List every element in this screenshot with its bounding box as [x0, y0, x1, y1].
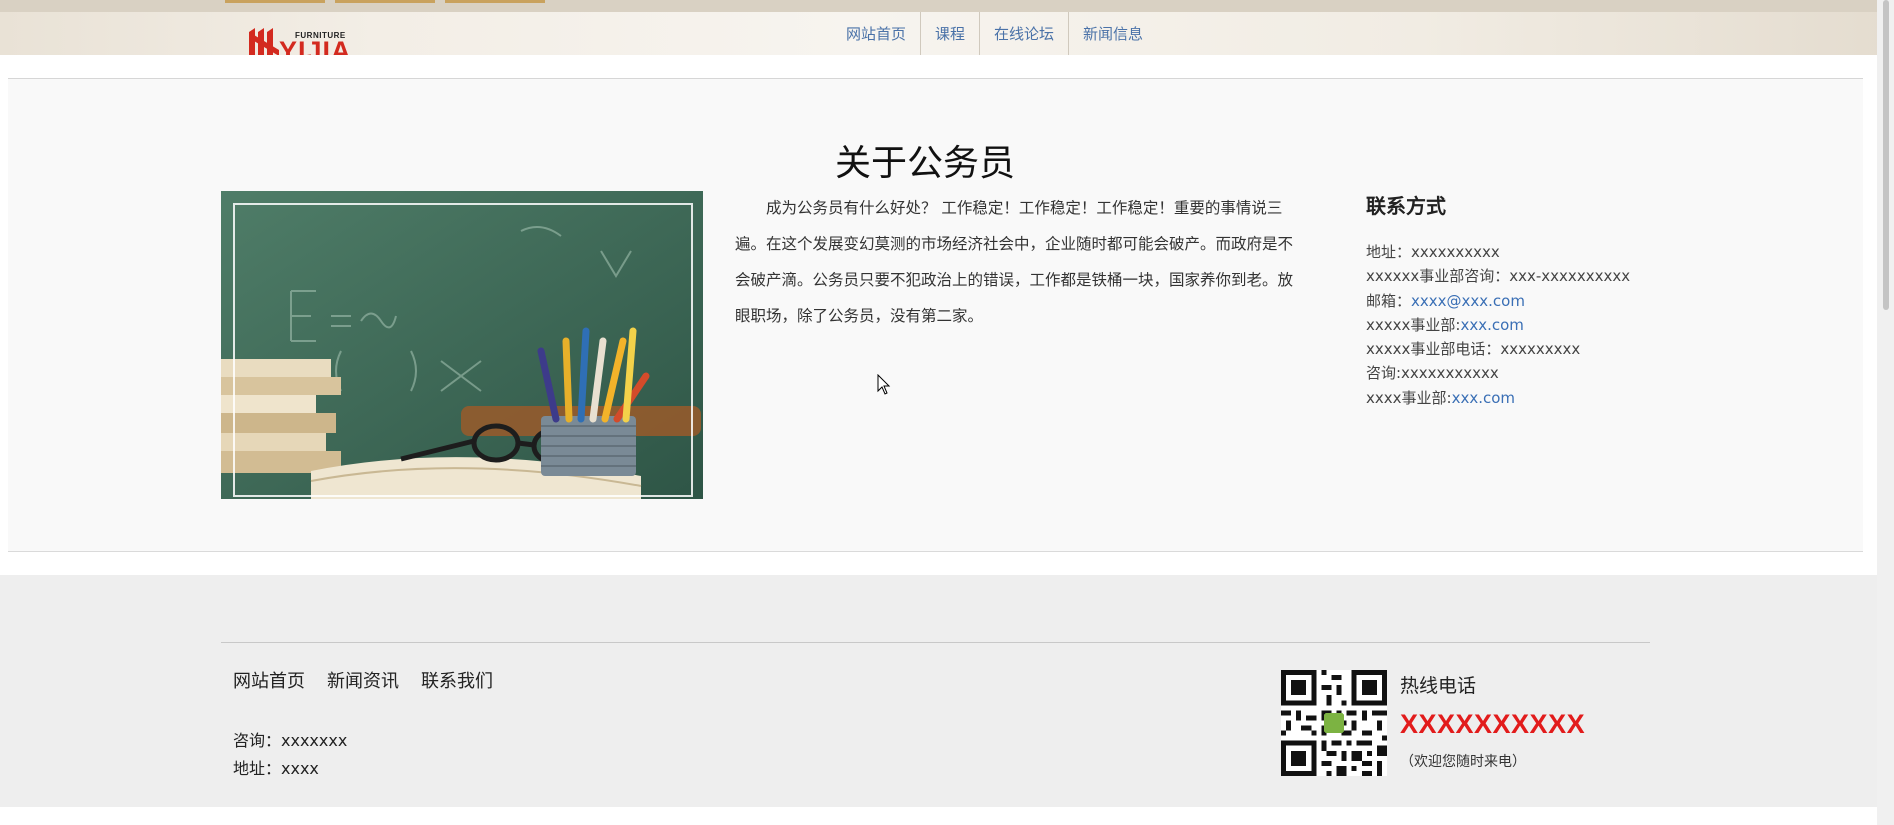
contact-email: 邮箱：xxxx@xxx.com [1366, 289, 1686, 313]
intro-paragraph: 成为公务员有什么好处？ 工作稳定！工作稳定！工作稳定！重要的事情说三遍。在这个发… [735, 199, 1294, 325]
dept2-link[interactable]: xxx.com [1452, 389, 1515, 407]
logo-brand-text: YIJIA [279, 36, 352, 55]
contact-address: 地址：xxxxxxxxxx [1366, 243, 1500, 261]
email-label: 邮箱： [1366, 291, 1412, 310]
header-decoration [225, 0, 325, 3]
image-frame [233, 203, 693, 497]
email-link[interactable]: xxxx@xxx.com [1411, 292, 1525, 310]
footer-info: 咨询：xxxxxxx 地址：xxxx [233, 727, 347, 783]
nav-item-courses[interactable]: 课程 [921, 12, 981, 55]
mouse-cursor-icon [877, 374, 891, 395]
contact-list: 地址：xxxxxxxxxx xxxxxx事业部咨询：xxx-xxxxxxxxxx… [1366, 240, 1686, 410]
contact-consult: xxxxxx事业部咨询：xxx-xxxxxxxxxx [1366, 267, 1631, 286]
site-footer: 网站首页 新闻资讯 联系我们 咨询：xxxxxxx 地址：xxxx 热线电话 X… [0, 575, 1894, 807]
footer-consult: 咨询：xxxxxxx [233, 731, 348, 750]
qr-code-graphic [1281, 670, 1387, 776]
contact-heading: 联系方式 [1366, 194, 1446, 218]
hotline-note: （欢迎您随时来电） [1400, 754, 1526, 770]
header-decoration [445, 0, 545, 3]
main-nav: 网站首页 课程 在线论坛 新闻信息 [832, 12, 1157, 55]
logo-mark-icon [249, 28, 279, 55]
site-logo[interactable]: FURNITURE YIJIA [249, 24, 352, 55]
contact-panel: 联系方式 地址：xxxxxxxxxx xxxxxx事业部咨询：xxx-xxxxx… [1366, 190, 1686, 410]
dept-link[interactable]: xxx.com [1460, 316, 1523, 334]
nav-item-forum[interactable]: 在线论坛 [980, 12, 1070, 55]
hotline-label: 热线电话 [1400, 675, 1477, 697]
site-header: FURNITURE YIJIA 网站首页 课程 在线论坛 新闻信息 [0, 0, 1894, 55]
nav-item-news[interactable]: 新闻信息 [1069, 12, 1157, 55]
contact-dept: xxxxx事业部:xxx.com [1366, 313, 1686, 337]
divider [221, 642, 1650, 643]
contact-consult2: 咨询:xxxxxxxxxxx [1366, 364, 1499, 383]
nav-item-home[interactable]: 网站首页 [832, 12, 922, 55]
hotline-number: XXXXXXXXXX [1400, 709, 1586, 739]
divider [8, 551, 1863, 552]
page-title: 关于公务员 [835, 143, 1016, 184]
qr-code-icon [1281, 670, 1387, 776]
dept2-label: xxxx事业部: [1366, 388, 1452, 407]
contact-dept2: xxxx事业部:xxx.com [1366, 386, 1686, 410]
contact-phone: xxxxx事业部电话：xxxxxxxxx [1366, 340, 1581, 359]
header-decoration [335, 0, 435, 3]
footer-link-contact[interactable]: 联系我们 [421, 667, 493, 693]
footer-link-home[interactable]: 网站首页 [233, 667, 305, 693]
scrollbar-thumb[interactable] [1883, 0, 1889, 310]
intro-text: 成为公务员有什么好处？ 工作稳定！工作稳定！工作稳定！重要的事情说三遍。在这个发… [735, 190, 1295, 334]
footer-link-news[interactable]: 新闻资讯 [327, 667, 399, 693]
footer-address: 地址：xxxx [233, 759, 319, 778]
chalkboard-image [221, 191, 703, 499]
page-bottom [0, 807, 1894, 825]
footer-nav: 网站首页 新闻资讯 联系我们 [233, 667, 493, 693]
dept-label: xxxxx事业部: [1366, 315, 1461, 334]
